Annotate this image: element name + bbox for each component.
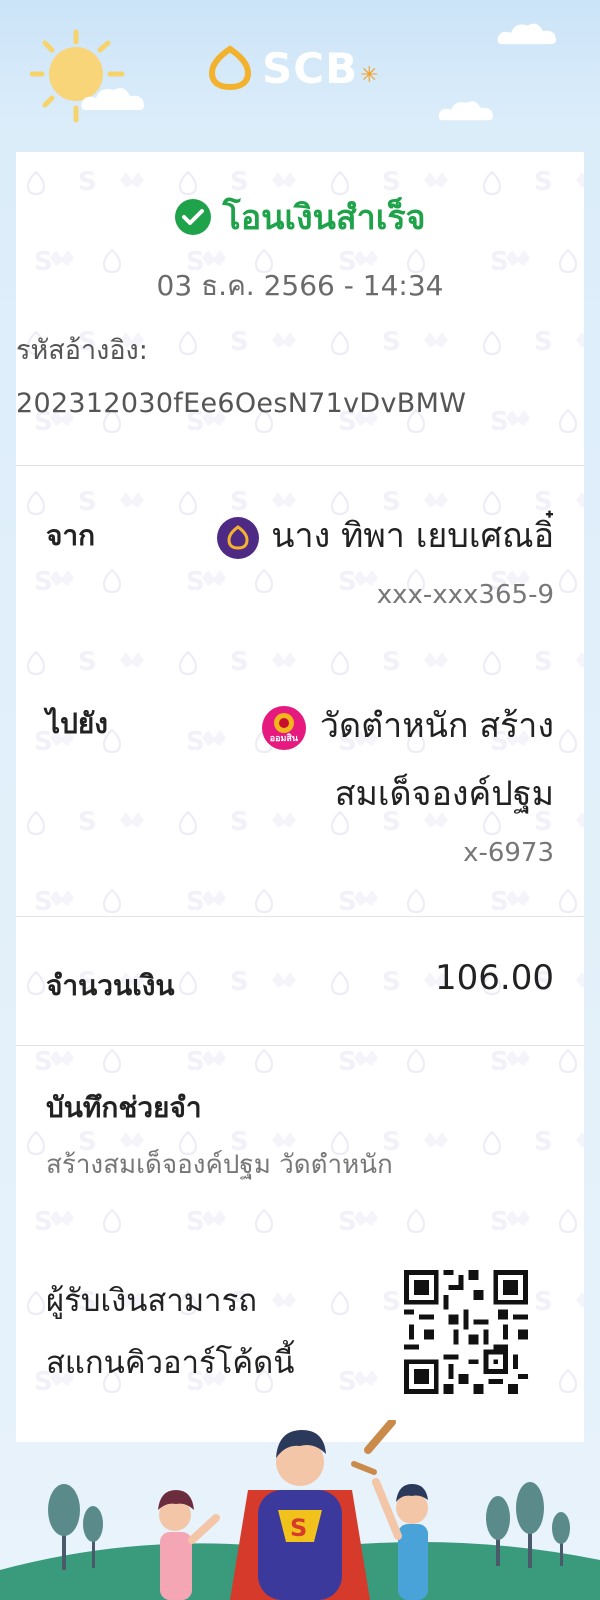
qr-caption: ผู้รับเงินสามารถ สแกนคิวอาร์โค้ดนี้: [46, 1270, 346, 1394]
to-account: x-6973: [463, 838, 554, 868]
to-name-line2: สมเด็จองค์ปฐม: [334, 774, 554, 814]
cloud-icon: [81, 88, 144, 110]
to-label: ไปยัง: [46, 707, 108, 740]
note-value: สร้างสมเด็จองค์ปฐม วัดตำหนัก: [46, 1150, 393, 1180]
status-text: โอนเงินสำเร็จ: [222, 198, 426, 238]
scb-lotus-icon: [208, 45, 252, 91]
to-name-row: ออมสิน วัดตำหนัก สร้าง: [261, 698, 554, 752]
divider: [16, 465, 584, 466]
reference-value[interactable]: 202312030fEe6OesN71vDvBMW: [16, 388, 466, 419]
sun-icon: [30, 29, 125, 123]
from-name-row: นาง ทิพา เยบเศณอิ๋: [217, 508, 554, 562]
cloud-icon: [497, 23, 556, 45]
hero-character: S: [230, 1430, 370, 1600]
check-circle-icon: [175, 199, 212, 235]
qr-code[interactable]: [404, 1270, 528, 1394]
amount-label: จำนวนเงิน: [46, 969, 175, 1002]
svg-text:S: S: [290, 1514, 307, 1542]
divider: [16, 916, 584, 917]
amount-value: 106.00: [435, 958, 554, 998]
note-label: บันทึกช่วยจำ: [46, 1091, 202, 1124]
cloud-icon: [438, 101, 493, 121]
divider: [16, 1045, 584, 1046]
scb-bank-icon: [217, 516, 260, 559]
qr-caption-line1: ผู้รับเงินสามารถ: [46, 1283, 258, 1319]
from-name: นาง ทิพา เยบเศณอิ๋: [271, 516, 554, 556]
from-account: xxx-xxx365-9: [376, 580, 554, 610]
scb-logo: SCB ✳: [206, 40, 406, 96]
qr-caption-line2: สแกนคิวอาร์โค้ดนี้: [46, 1345, 295, 1381]
transaction-datetime: 03 ธ.ค. 2566 - 14:34: [156, 269, 444, 302]
gsb-bank-icon: ออมสิน: [261, 705, 306, 750]
logo-text: SCB: [262, 43, 359, 93]
to-name-line1: วัดตำหนัก สร้าง: [319, 706, 554, 746]
logo-star-icon: ✳: [360, 62, 379, 88]
superhero-illustration: S: [0, 1420, 600, 1600]
receipt-card: S S โอนเงินสำเร็จ 03 ธ.ค. 2566 - 14:34 ร…: [16, 152, 584, 1442]
from-label: จาก: [46, 519, 96, 552]
transfer-status: โอนเงินสำเร็จ: [16, 190, 584, 244]
reference-label: รหัสอ้างอิง:: [16, 335, 148, 366]
